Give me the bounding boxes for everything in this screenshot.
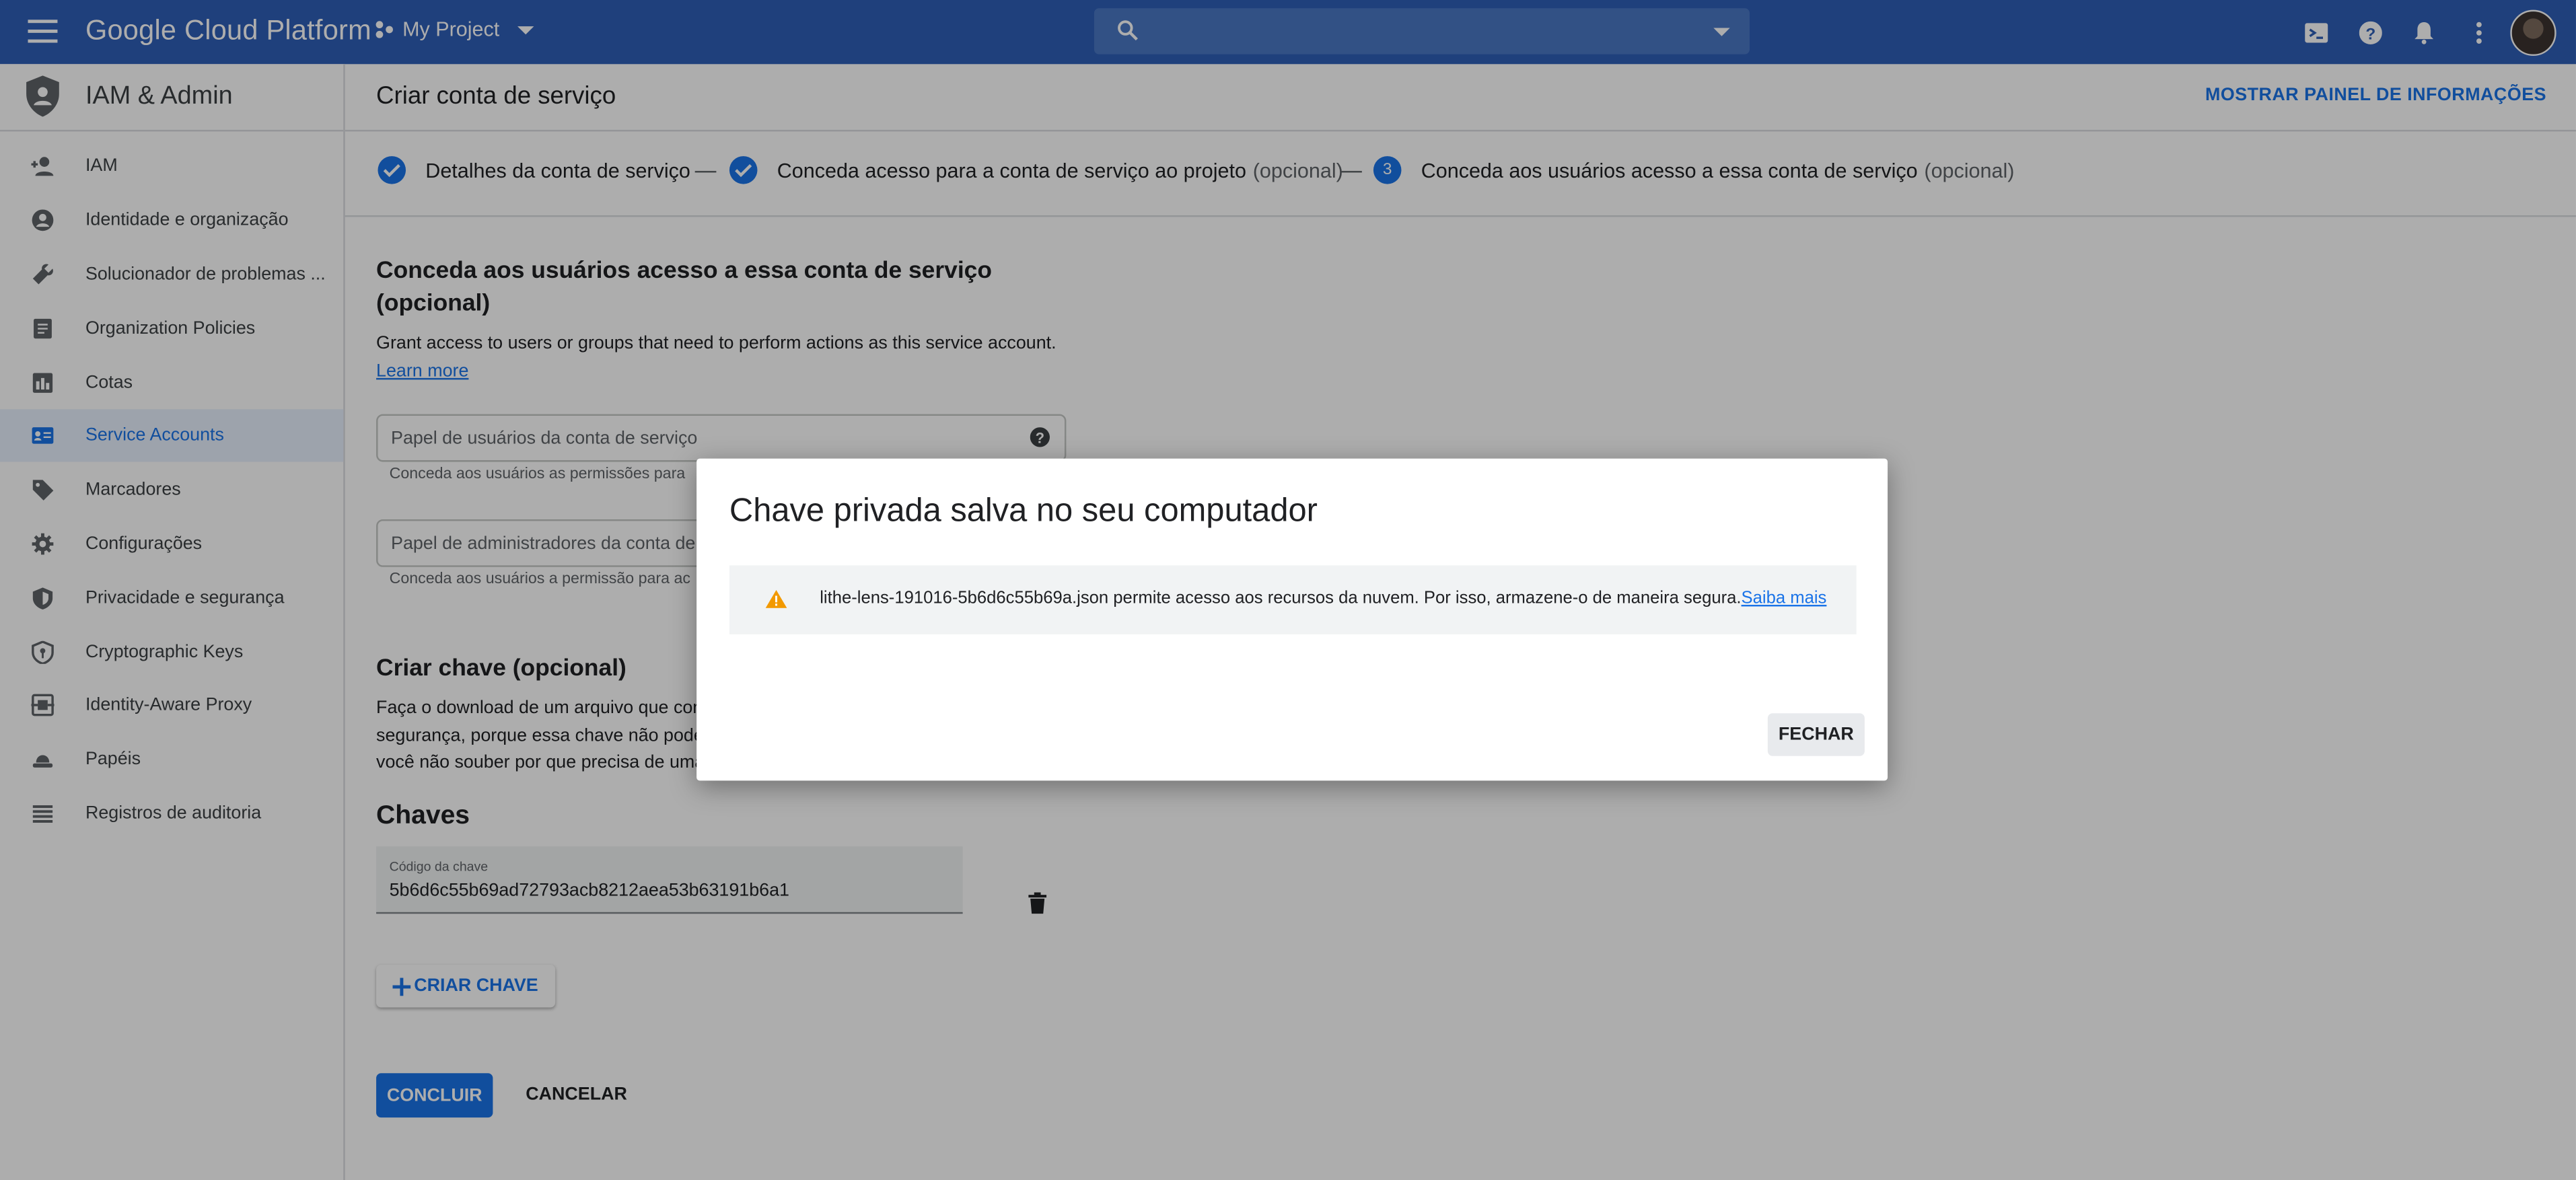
warning-message: lithe-lens-191016-5b6d6c55b69a.json perm… bbox=[820, 588, 1742, 608]
warning-icon bbox=[765, 590, 787, 608]
learn-more-link[interactable]: Saiba mais bbox=[1742, 589, 1827, 608]
close-button[interactable]: FECHAR bbox=[1767, 713, 1865, 756]
private-key-saved-dialog: Chave privada salva no seu computador li… bbox=[696, 458, 1888, 781]
warning-box: lithe-lens-191016-5b6d6c55b69a.json perm… bbox=[729, 565, 1857, 634]
warning-text: lithe-lens-191016-5b6d6c55b69a.json perm… bbox=[820, 589, 1826, 608]
dialog-title: Chave privada salva no seu computador bbox=[729, 492, 1318, 529]
